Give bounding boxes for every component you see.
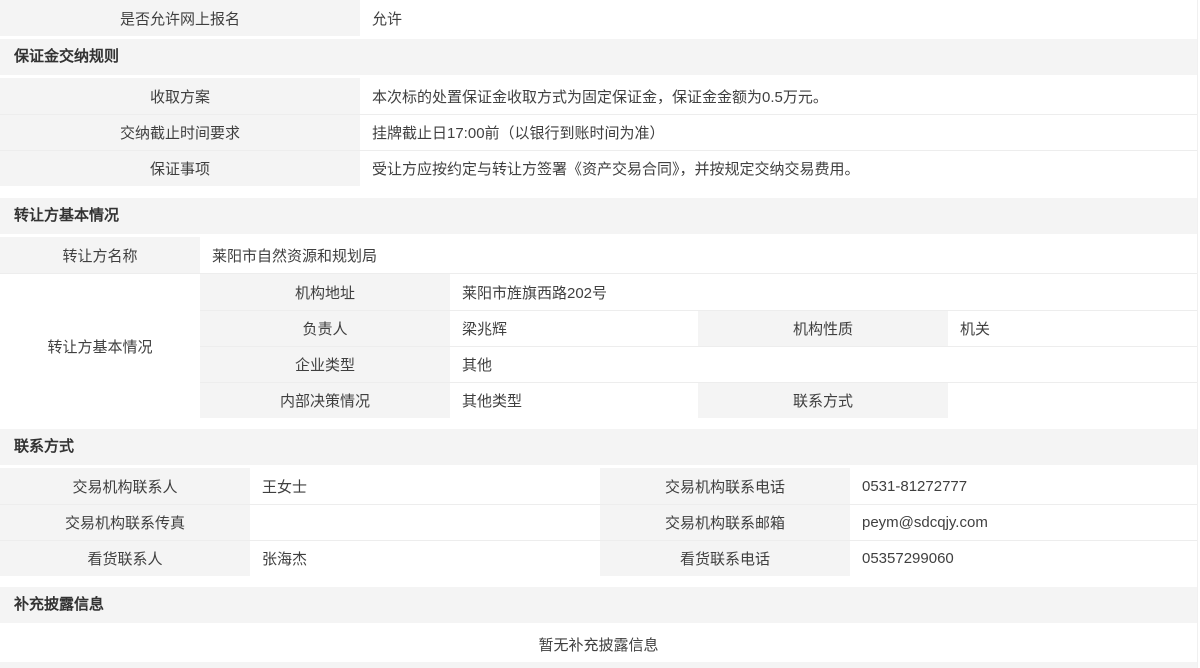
- transferor-name-label: 转让方名称: [0, 237, 200, 273]
- transferor-nested-table: 机构地址 莱阳市旌旗西路202号 负责人 梁兆辉 机构性质 机关 企业类型 其他…: [200, 274, 1197, 418]
- table-row: 内部决策情况 其他类型 联系方式: [200, 382, 1197, 418]
- table-row: 转让方名称 莱阳市自然资源和规划局: [0, 237, 1197, 273]
- enterprise-type-label: 企业类型: [200, 347, 450, 382]
- signup-allowed-value: 允许: [360, 0, 1197, 36]
- section-header-transferor: 转让方基本情况: [0, 198, 1197, 234]
- supplement-table: 暂无补充披露信息: [0, 626, 1197, 662]
- payment-deadline-label: 交纳截止时间要求: [0, 115, 360, 150]
- table-row: 收取方案 本次标的处置保证金收取方式为固定保证金，保证金金额为0.5万元。: [0, 78, 1197, 114]
- viewing-phone-value: 05357299060: [850, 541, 1197, 576]
- table-row: 机构地址 莱阳市旌旗西路202号: [200, 274, 1197, 310]
- agency-phone-value: 0531-81272777: [850, 468, 1197, 504]
- contact-table: 交易机构联系人 王女士 交易机构联系电话 0531-81272777 交易机构联…: [0, 468, 1197, 576]
- agency-fax-value: [250, 505, 600, 540]
- guarantee-items-label: 保证事项: [0, 151, 360, 186]
- collection-plan-label: 收取方案: [0, 78, 360, 114]
- next-section-strip: [0, 662, 1197, 668]
- table-row: 交易机构联系人 王女士 交易机构联系电话 0531-81272777: [0, 468, 1197, 504]
- viewing-contact-value: 张海杰: [250, 541, 600, 576]
- section-header-supplement: 补充披露信息: [0, 587, 1197, 623]
- deposit-rules-table: 收取方案 本次标的处置保证金收取方式为固定保证金，保证金金额为0.5万元。 交纳…: [0, 78, 1197, 186]
- agency-phone-label: 交易机构联系电话: [600, 468, 850, 504]
- table-row: 暂无补充披露信息: [0, 626, 1197, 662]
- contact-method-value: [948, 383, 1197, 418]
- asset-disclosure-page: 是否允许网上报名 允许 保证金交纳规则 收取方案 本次标的处置保证金收取方式为固…: [0, 0, 1198, 668]
- agency-fax-label: 交易机构联系传真: [0, 505, 250, 540]
- signup-allowed-label: 是否允许网上报名: [0, 0, 360, 36]
- org-nature-value: 机关: [948, 311, 1197, 346]
- collection-plan-value: 本次标的处置保证金收取方式为固定保证金，保证金金额为0.5万元。: [360, 78, 1197, 114]
- transferor-group-label: 转让方基本情况: [0, 274, 200, 418]
- contact-method-label: 联系方式: [698, 383, 948, 418]
- table-row: 负责人 梁兆辉 机构性质 机关: [200, 310, 1197, 346]
- section-header-contact: 联系方式: [0, 429, 1197, 465]
- org-address-label: 机构地址: [200, 274, 450, 310]
- table-row: 看货联系人 张海杰 看货联系电话 05357299060: [0, 540, 1197, 576]
- table-row: 保证事项 受让方应按约定与转让方签署《资产交易合同》，并按规定交纳交易费用。: [0, 150, 1197, 186]
- section-title: 转让方基本情况: [14, 207, 119, 224]
- table-row: 是否允许网上报名 允许: [0, 0, 1197, 36]
- payment-deadline-value: 挂牌截止日17:00前（以银行到账时间为准）: [360, 115, 1197, 150]
- section-header-deposit-rules: 保证金交纳规则: [0, 39, 1197, 75]
- section-title: 补充披露信息: [14, 596, 104, 613]
- internal-decision-label: 内部决策情况: [200, 383, 450, 418]
- agency-contact-value: 王女士: [250, 468, 600, 504]
- enterprise-type-value: 其他: [450, 347, 1197, 382]
- internal-decision-value: 其他类型: [450, 383, 698, 418]
- responsible-person-value: 梁兆辉: [450, 311, 698, 346]
- signup-table: 是否允许网上报名 允许: [0, 0, 1197, 36]
- viewing-contact-label: 看货联系人: [0, 541, 250, 576]
- responsible-person-label: 负责人: [200, 311, 450, 346]
- transferor-name-value: 莱阳市自然资源和规划局: [200, 237, 1197, 273]
- agency-email-label: 交易机构联系邮箱: [600, 505, 850, 540]
- table-row: 企业类型 其他: [200, 346, 1197, 382]
- agency-email-value: peym@sdcqjy.com: [850, 505, 1197, 540]
- viewing-phone-label: 看货联系电话: [600, 541, 850, 576]
- org-nature-label: 机构性质: [698, 311, 948, 346]
- guarantee-items-value: 受让方应按约定与转让方签署《资产交易合同》，并按规定交纳交易费用。: [360, 151, 1197, 186]
- section-title: 保证金交纳规则: [14, 48, 119, 65]
- section-title: 联系方式: [14, 438, 74, 455]
- no-supplement-text: 暂无补充披露信息: [0, 626, 1197, 662]
- table-row: 交纳截止时间要求 挂牌截止日17:00前（以银行到账时间为准）: [0, 114, 1197, 150]
- org-address-value: 莱阳市旌旗西路202号: [450, 274, 1197, 310]
- transferor-detail-group: 转让方基本情况 机构地址 莱阳市旌旗西路202号 负责人 梁兆辉 机构性质 机关…: [0, 273, 1197, 418]
- transferor-table: 转让方名称 莱阳市自然资源和规划局 转让方基本情况 机构地址 莱阳市旌旗西路20…: [0, 237, 1197, 418]
- agency-contact-label: 交易机构联系人: [0, 468, 250, 504]
- table-row: 交易机构联系传真 交易机构联系邮箱 peym@sdcqjy.com: [0, 504, 1197, 540]
